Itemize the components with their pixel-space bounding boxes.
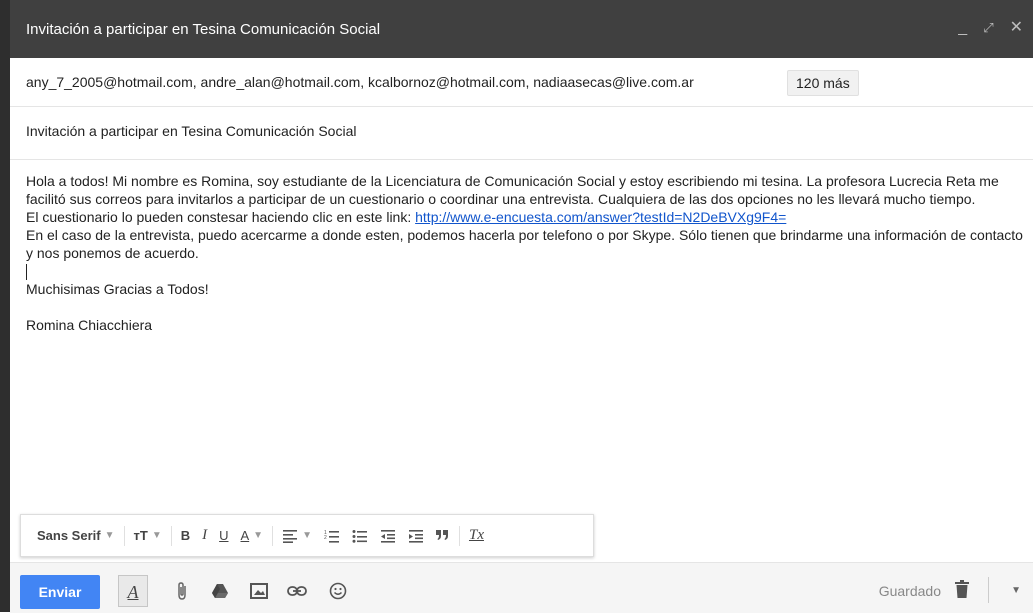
svg-text:2: 2	[324, 535, 327, 541]
chevron-down-icon: ▼	[302, 530, 312, 541]
expand-icon[interactable]: ⤢	[983, 16, 993, 40]
body-thanks: Muchisimas Gracias a Todos!	[26, 281, 209, 298]
drive-icon	[212, 584, 228, 598]
underline-button[interactable]: U	[213, 522, 234, 550]
body-paragraph-intro: Hola a todos! Mi nombre es Romina, soy e…	[26, 173, 999, 207]
window-edge	[0, 0, 10, 612]
body-paragraph-interview: En el caso de la entrevista, puedo acerc…	[26, 227, 1023, 261]
questionnaire-link[interactable]: http://www.e-encuesta.com/answer?testId=…	[415, 209, 786, 225]
quote-button[interactable]	[430, 522, 456, 550]
insert-drive-button[interactable]	[208, 579, 232, 603]
insert-link-button[interactable]	[285, 579, 309, 603]
indent-less-button[interactable]	[374, 522, 402, 550]
close-icon[interactable]: ✕	[1010, 16, 1023, 40]
body-paragraph-questionnaire: El cuestionario lo pueden constesar haci…	[26, 208, 1026, 226]
recipients-list[interactable]: any_7_2005@hotmail.com, andre_alan@hotma…	[26, 74, 694, 90]
formatting-toolbar: Sans Serif ▼ тT ▼ B I U A ▼ ▼ 12 Tx	[20, 514, 594, 557]
compose-bottom-bar: Enviar A Guardado ▼	[10, 562, 1033, 613]
more-options-icon[interactable]: ▼	[1011, 585, 1021, 596]
formatting-options-toggle[interactable]: A	[118, 575, 148, 607]
photo-icon	[250, 583, 268, 599]
numbered-list-button[interactable]: 12	[318, 522, 346, 550]
text-color-select[interactable]: A ▼	[235, 522, 270, 550]
emoji-icon	[329, 582, 347, 600]
indent-more-button[interactable]	[402, 522, 430, 550]
insert-emoji-button[interactable]	[326, 579, 350, 603]
font-family-label: Sans Serif	[37, 528, 101, 543]
chevron-down-icon: ▼	[151, 530, 162, 541]
discard-draft-button[interactable]	[955, 580, 969, 603]
text-color-label: A	[240, 528, 250, 543]
clear-formatting-button[interactable]: Tx	[463, 522, 490, 550]
clear-formatting-label: Tx	[468, 527, 484, 543]
bullet-list-icon	[352, 529, 367, 543]
indent-more-icon	[408, 529, 423, 543]
window-controls: _ ⤢ ✕	[958, 16, 1023, 40]
font-family-select[interactable]: Sans Serif ▼	[31, 522, 121, 550]
trash-icon	[955, 580, 969, 598]
insert-photo-button[interactable]	[247, 579, 271, 603]
chevron-down-icon: ▼	[253, 530, 264, 541]
paperclip-icon	[178, 582, 186, 600]
bold-button[interactable]: B	[175, 522, 196, 550]
questionnaire-text: El cuestionario lo pueden constesar haci…	[26, 209, 416, 225]
italic-button[interactable]: I	[196, 522, 213, 550]
message-body[interactable]: Hola a todos! Mi nombre es Romina, soy e…	[26, 172, 1026, 334]
font-size-label: тT	[133, 528, 148, 543]
send-button[interactable]: Enviar	[20, 575, 100, 609]
subject-text[interactable]: Invitación a participar en Tesina Comuni…	[26, 123, 356, 139]
font-size-select[interactable]: тT ▼	[128, 522, 168, 550]
link-icon	[287, 586, 307, 596]
bullet-list-button[interactable]	[346, 522, 374, 550]
quote-icon	[435, 529, 448, 540]
align-left-icon	[283, 529, 298, 543]
subject-field[interactable]: Invitación a participar en Tesina Comuni…	[10, 107, 1033, 160]
body-signature: Romina Chiacchiera	[26, 317, 153, 334]
window-title: Invitación a participar en Tesina Comuni…	[26, 21, 381, 38]
save-status: Guardado	[878, 583, 941, 599]
numbered-list-icon: 12	[324, 530, 339, 543]
compose-window: Invitación a participar en Tesina Comuni…	[0, 0, 1033, 613]
more-recipients-chip[interactable]: 120 más	[787, 70, 859, 96]
chevron-down-icon: ▼	[104, 530, 115, 541]
attach-file-button[interactable]	[170, 579, 194, 603]
text-cursor-line	[26, 262, 1026, 281]
divider	[988, 577, 989, 603]
indent-less-icon	[380, 529, 395, 543]
recipients-field[interactable]: any_7_2005@hotmail.com, andre_alan@hotma…	[10, 58, 1033, 107]
minimize-icon[interactable]: _	[958, 16, 967, 40]
text-caret	[26, 264, 27, 281]
title-bar[interactable]: Invitación a participar en Tesina Comuni…	[10, 0, 1033, 58]
align-select[interactable]: ▼	[276, 522, 318, 550]
